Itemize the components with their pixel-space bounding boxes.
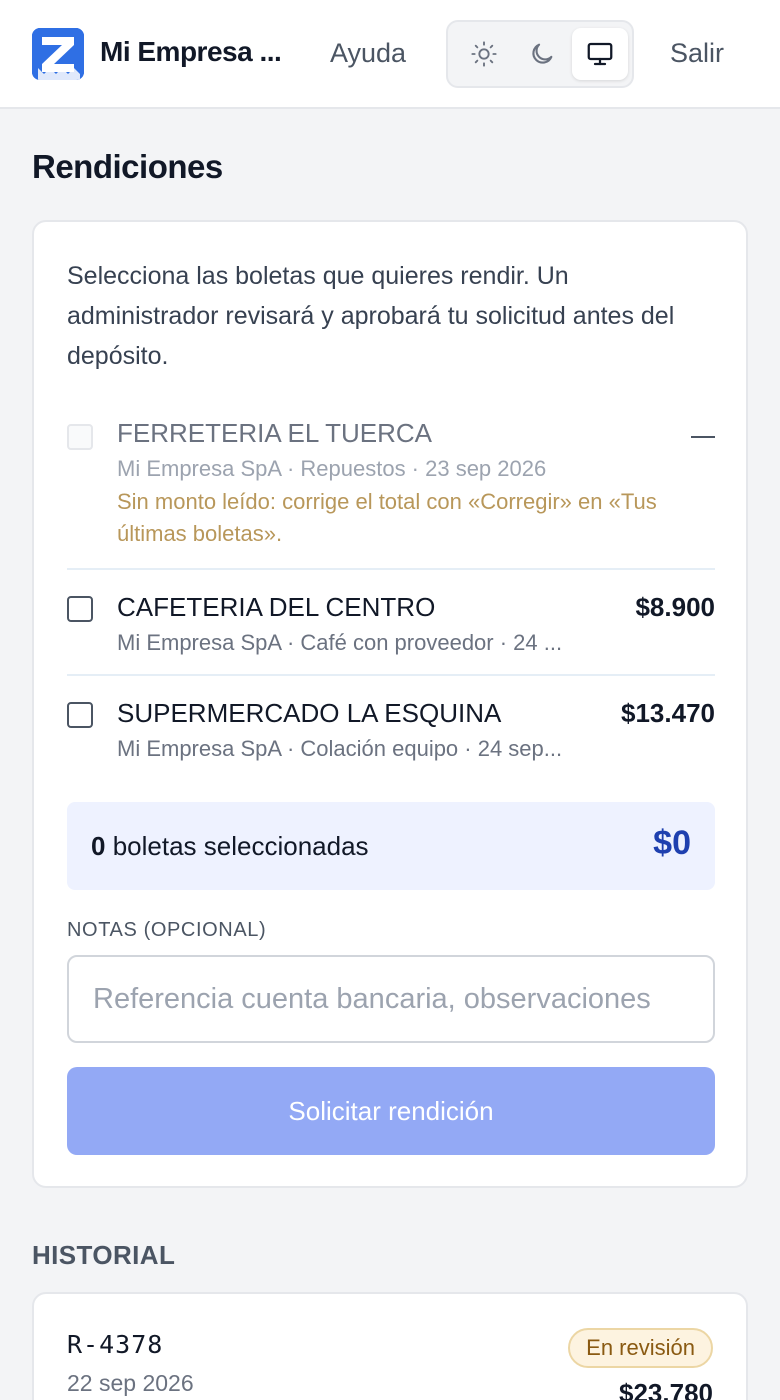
receipt-row[interactable]: SUPERMERCADO LA ESQUINA Mi Empresa SpA ·… [67, 674, 715, 780]
selection-count-text: 0 boletas seleccionadas [91, 831, 369, 862]
history-item-id: R-4378 [67, 1330, 164, 1359]
sun-icon [471, 41, 497, 67]
receipt-meta: Mi Empresa SpA · Colación equipo · 24 se… [117, 736, 563, 761]
moon-icon [532, 43, 553, 64]
status-badge: En revisión [568, 1328, 713, 1368]
selection-total: $0 [653, 824, 691, 862]
receipt-amount-missing [691, 436, 715, 438]
receipt-checkbox[interactable] [67, 424, 93, 450]
receipt-amount: $8.900 [635, 592, 715, 622]
intro-text: Selecciona las boletas que quieres rendi… [67, 262, 675, 370]
theme-dark-button[interactable] [514, 28, 570, 80]
receipt-row: FERRETERIA EL TUERCA Mi Empresa SpA · Re… [67, 418, 715, 568]
monitor-icon [587, 42, 613, 66]
receipt-merchant: CAFETERIA DEL CENTRO [117, 592, 436, 622]
receipt-checkbox[interactable] [67, 702, 93, 728]
rendicion-form-card: Selecciona las boletas que quieres rendi… [32, 220, 748, 1188]
receipt-warning: Sin monto leído: corrige el total con «C… [117, 489, 657, 546]
receipt-meta: Mi Empresa SpA · Repuestos · 23 sep 2026 [117, 456, 547, 481]
notes-label: NOTAS (OPCIONAL) [67, 919, 267, 941]
logout-link[interactable]: Salir [670, 38, 724, 69]
receipt-row[interactable]: CAFETERIA DEL CENTRO Mi Empresa SpA · Ca… [67, 568, 715, 674]
receipt-checkbox[interactable] [67, 596, 93, 622]
top-bar: Mi Empresa ... Ayuda Salir [0, 0, 780, 109]
selection-count-label: boletas seleccionadas [112, 831, 369, 861]
page-title: Rendiciones [32, 148, 223, 185]
company-name[interactable]: Mi Empresa ... [100, 36, 282, 68]
receipt-amount: $13.470 [621, 698, 715, 728]
history-item-amount: $23.780 [619, 1378, 713, 1400]
theme-switcher [446, 20, 634, 88]
selection-count: 0 [91, 831, 106, 861]
history-item[interactable]: R-4378 22 sep 2026 En revisión $23.780 [32, 1292, 748, 1400]
theme-light-button[interactable] [456, 28, 512, 80]
receipt-merchant: FERRETERIA EL TUERCA [117, 418, 432, 448]
receipt-merchant: SUPERMERCADO LA ESQUINA [117, 698, 502, 728]
submit-rendicion-button[interactable]: Solicitar rendición [67, 1067, 715, 1155]
brand-logo-icon[interactable] [32, 28, 84, 80]
help-link[interactable]: Ayuda [330, 38, 406, 69]
receipt-meta: Mi Empresa SpA · Café con proveedor · 24… [117, 630, 563, 655]
theme-system-button[interactable] [572, 28, 628, 80]
history-item-date: 22 sep 2026 [67, 1370, 194, 1396]
selection-summary: 0 boletas seleccionadas $0 [67, 802, 715, 890]
history-title: HISTORIAL [32, 1240, 176, 1270]
notes-input[interactable] [67, 955, 715, 1043]
